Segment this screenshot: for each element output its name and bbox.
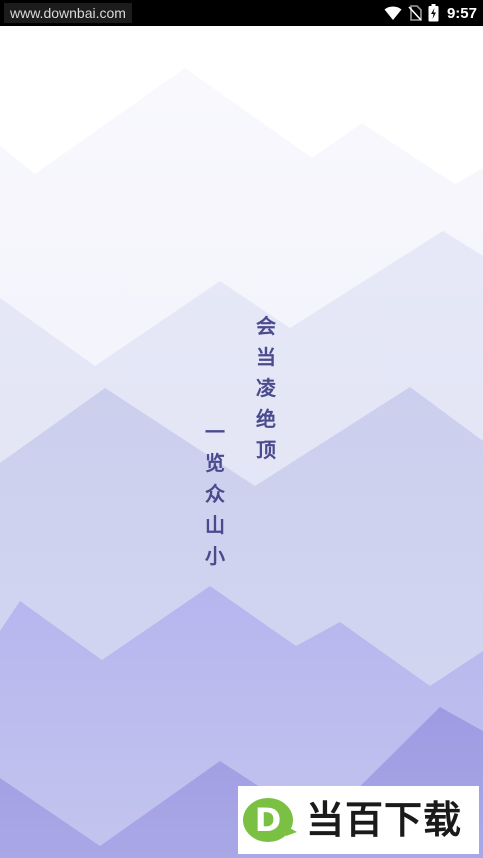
watermark-url: www.downbai.com [4,3,132,23]
poem-line-1: 会 当 凌 绝 顶 [255,311,277,466]
clock: 9:57 [446,4,477,22]
poem-char: 山 [205,513,225,537]
poem-char: 凌 [256,376,276,400]
brand-name: 当百下载 [306,798,463,842]
status-bar: www.downbai.com 9:57 [0,0,483,26]
poem-char: 览 [205,451,225,475]
poem-char: 绝 [256,407,276,431]
mountain-background [0,26,483,858]
brand-watermark: D 当百下载 [238,786,479,854]
brand-logo-letter: D [255,801,282,839]
brand-logo: D [243,798,297,842]
no-sim-icon [408,5,422,21]
status-icons: 9:57 [384,0,477,26]
poem-line-2: 一 览 众 山 小 [204,417,226,572]
battery-charging-icon [428,4,439,22]
poem-char: 众 [205,482,225,506]
wifi-icon [384,5,402,21]
poem-char: 一 [205,420,225,444]
poem-char: 顶 [256,438,276,462]
poem-char: 会 [256,314,276,338]
poem-char: 小 [205,544,225,568]
poem-char: 当 [256,345,276,369]
